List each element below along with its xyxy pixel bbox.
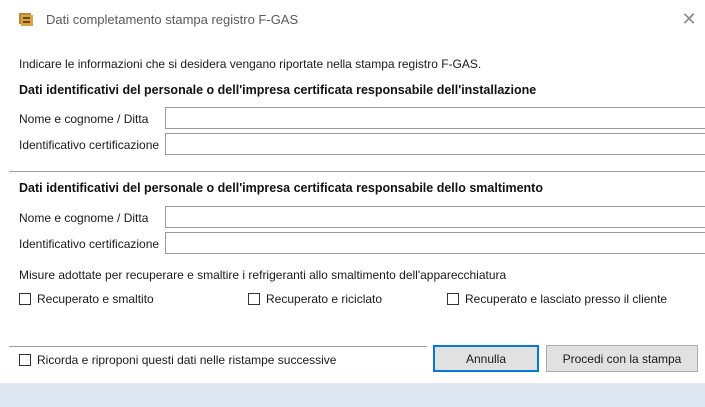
option-recuperato-smaltito[interactable]: Recuperato e smaltito xyxy=(19,292,154,306)
installation-heading: Dati identificativi del personale o dell… xyxy=(19,83,537,97)
remember-label: Ricorda e riproponi questi dati nelle ri… xyxy=(37,353,337,367)
checkbox[interactable] xyxy=(19,354,31,366)
checkbox[interactable] xyxy=(447,293,459,305)
disposal-heading: Dati identificativi del personale o dell… xyxy=(19,181,543,195)
installation-name-label: Nome e cognome / Ditta xyxy=(19,112,149,126)
title-bar: Dati completamento stampa registro F-GAS… xyxy=(0,0,705,40)
remember-checkbox-row[interactable]: Ricorda e riproponi questi dati nelle ri… xyxy=(19,353,336,367)
option-recuperato-riciclato[interactable]: Recuperato e riciclato xyxy=(248,292,382,306)
intro-text: Indicare le informazioni che si desidera… xyxy=(19,57,482,71)
checkbox[interactable] xyxy=(248,293,260,305)
option-recuperato-lasciato[interactable]: Recuperato e lasciato presso il cliente xyxy=(447,292,667,306)
cancel-button[interactable]: Annulla xyxy=(433,345,539,372)
window-title: Dati completamento stampa registro F-GAS xyxy=(46,12,299,27)
section-separator xyxy=(9,171,705,172)
close-icon[interactable]: ✕ xyxy=(680,10,698,28)
installation-cert-field[interactable] xyxy=(165,133,705,155)
installation-cert-label: Identificativo certificazione xyxy=(19,138,160,152)
disposal-name-label: Nome e cognome / Ditta xyxy=(19,211,149,225)
checkbox[interactable] xyxy=(19,293,31,305)
measures-label: Misure adottate per recuperare e smaltir… xyxy=(19,268,507,282)
installation-name-field[interactable] xyxy=(165,107,705,129)
disposal-cert-label: Identificativo certificazione xyxy=(19,237,160,251)
app-icon xyxy=(19,13,33,26)
disposal-cert-field[interactable] xyxy=(165,232,705,254)
option-label: Recuperato e riciclato xyxy=(266,292,383,306)
remember-separator xyxy=(9,346,427,347)
option-label: Recuperato e smaltito xyxy=(37,292,154,306)
footer-bar xyxy=(0,383,705,407)
option-label: Recuperato e lasciato presso il cliente xyxy=(465,292,668,306)
disposal-name-field[interactable] xyxy=(165,206,705,228)
proceed-print-button[interactable]: Procedi con la stampa xyxy=(546,345,698,372)
